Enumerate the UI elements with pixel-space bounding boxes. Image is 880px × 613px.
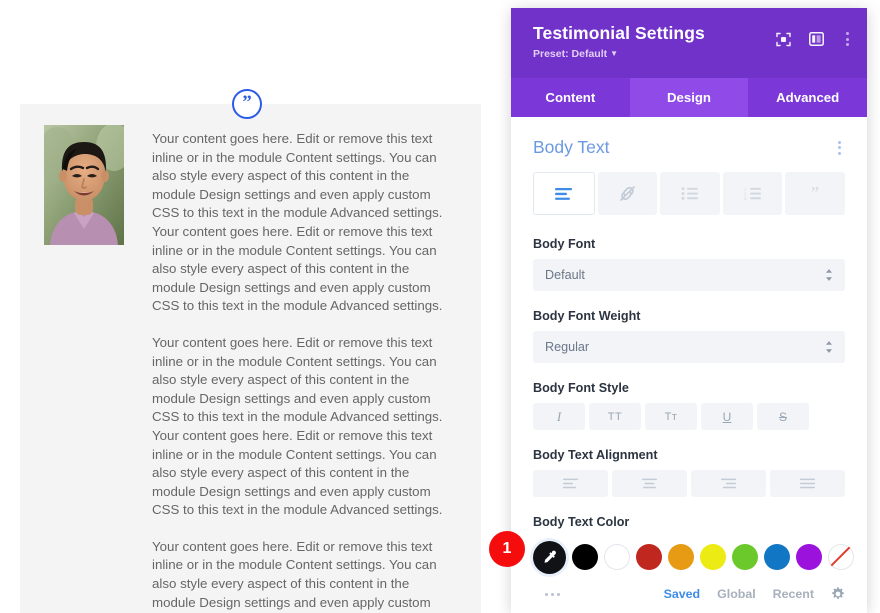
- gear-icon[interactable]: [831, 587, 845, 601]
- section-kebab-menu-icon[interactable]: [834, 139, 845, 157]
- align-center-icon[interactable]: [612, 470, 687, 497]
- testimonial-paragraph: Your content goes here. Edit or remove t…: [152, 130, 447, 316]
- tab-design[interactable]: Design: [630, 78, 749, 117]
- swatch-orange[interactable]: [668, 544, 694, 570]
- body-font-select[interactable]: Default: [533, 259, 845, 291]
- field-body-font-weight: Body Font Weight Regular: [533, 309, 845, 363]
- svg-text:”: ”: [811, 186, 819, 202]
- color-footer: Saved Global Recent: [533, 583, 845, 605]
- svg-text:”: ”: [242, 95, 252, 113]
- align-right-icon[interactable]: [691, 470, 766, 497]
- kebab-menu-icon[interactable]: [842, 30, 853, 48]
- ordered-list-icon[interactable]: 1 2 3: [723, 172, 783, 215]
- swatch-transparent[interactable]: [828, 544, 854, 570]
- field-body-text-color: Body Text Color: [533, 515, 845, 605]
- color-swatch-row: [533, 537, 845, 577]
- field-body-font-style: Body Font Style I TT Tᴛ U S: [533, 381, 845, 430]
- testimonial-text[interactable]: Your content goes here. Edit or remove t…: [152, 130, 447, 613]
- blockquote-icon[interactable]: ”: [785, 172, 845, 215]
- eyedropper-icon[interactable]: [533, 541, 566, 574]
- body-font-weight-select[interactable]: Regular: [533, 331, 845, 363]
- swatch-blue[interactable]: [764, 544, 790, 570]
- field-label: Body Font: [533, 237, 845, 251]
- text-alignment-button-group: [533, 470, 845, 497]
- swatch-black[interactable]: [572, 544, 598, 570]
- panel-header-actions: [776, 30, 853, 48]
- field-label: Body Text Alignment: [533, 448, 845, 462]
- annotation-step-badge: 1: [489, 531, 525, 567]
- uppercase-icon[interactable]: TT: [589, 403, 641, 430]
- divi-builder-screen: ”: [0, 0, 880, 613]
- layout-columns-icon[interactable]: [809, 32, 824, 46]
- font-style-button-group: I TT Tᴛ U S: [533, 403, 845, 430]
- preset-label: Preset: Default: [533, 48, 607, 60]
- section-title: Body Text: [533, 137, 610, 158]
- section-header-body-text: Body Text: [533, 117, 845, 172]
- chevron-down-icon: ▼: [610, 47, 618, 61]
- chevron-updown-icon: [825, 341, 833, 354]
- strikethrough-icon[interactable]: S: [757, 403, 809, 430]
- svg-text:3: 3: [744, 196, 747, 200]
- chevron-updown-icon: [825, 269, 833, 282]
- tab-content[interactable]: Content: [511, 78, 630, 117]
- swatch-yellow[interactable]: [700, 544, 726, 570]
- field-label: Body Text Color: [533, 515, 845, 529]
- preset-selector[interactable]: Preset: Default▼: [533, 47, 851, 61]
- swatch-green[interactable]: [732, 544, 758, 570]
- panel-header: Testimonial Settings Preset: Default▼: [511, 8, 867, 78]
- field-label: Body Font Weight: [533, 309, 845, 323]
- tab-advanced[interactable]: Advanced: [748, 78, 867, 117]
- link-off-icon[interactable]: [598, 172, 658, 215]
- select-value: Default: [545, 268, 585, 282]
- unordered-list-icon[interactable]: [660, 172, 720, 215]
- swatch-purple[interactable]: [796, 544, 822, 570]
- align-left-icon[interactable]: [533, 470, 608, 497]
- underline-icon[interactable]: U: [701, 403, 753, 430]
- quote-mark-icon: ”: [232, 89, 262, 119]
- select-value: Regular: [545, 340, 589, 354]
- italic-icon[interactable]: I: [533, 403, 585, 430]
- swatch-white[interactable]: [604, 544, 630, 570]
- panel-tabs: Content Design Advanced: [511, 78, 867, 117]
- smallcaps-icon[interactable]: Tᴛ: [645, 403, 697, 430]
- paragraph-icon[interactable]: [533, 172, 595, 215]
- more-dots-icon[interactable]: [545, 593, 560, 596]
- panel-content-scroll[interactable]: Body Text: [511, 117, 867, 613]
- testimonial-settings-panel: Testimonial Settings Preset: Default▼: [511, 8, 867, 613]
- field-label: Body Font Style: [533, 381, 845, 395]
- color-tab-global[interactable]: Global: [717, 587, 756, 601]
- color-source-tabs: Saved Global Recent: [664, 587, 845, 601]
- swatch-red[interactable]: [636, 544, 662, 570]
- color-tab-recent[interactable]: Recent: [773, 587, 814, 601]
- rich-text-toolbar: 1 2 3 ”: [533, 172, 845, 215]
- field-body-font: Body Font Default: [533, 237, 845, 291]
- align-justify-icon[interactable]: [770, 470, 845, 497]
- testimonial-paragraph: Your content goes here. Edit or remove t…: [152, 538, 447, 612]
- focus-target-icon[interactable]: [776, 32, 791, 47]
- avatar: [44, 125, 124, 245]
- testimonial-paragraph: Your content goes here. Edit or remove t…: [152, 334, 447, 520]
- field-body-text-alignment: Body Text Alignment: [533, 448, 845, 497]
- page-preview-area: ”: [0, 0, 511, 613]
- color-tab-saved[interactable]: Saved: [664, 587, 701, 601]
